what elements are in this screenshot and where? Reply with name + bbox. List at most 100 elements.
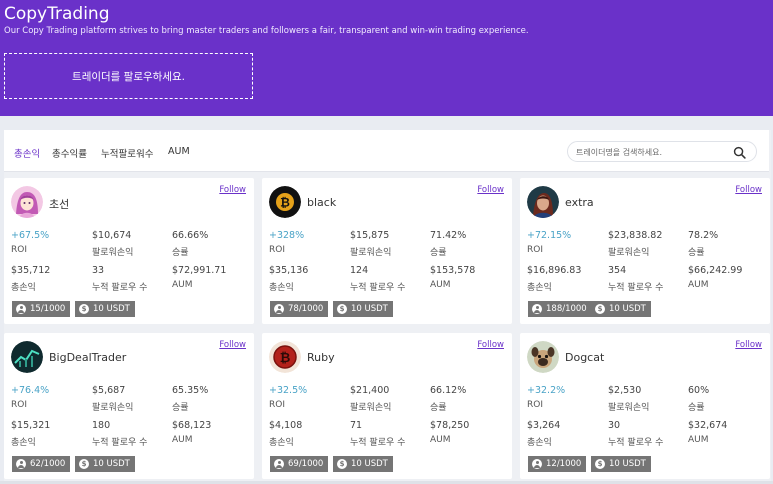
- follower-slots-badge: 78/1000: [270, 301, 329, 317]
- aum-label: AUM: [172, 280, 193, 290]
- win-rate-label: 승률: [430, 403, 447, 413]
- win-rate-label: 승률: [172, 248, 189, 258]
- roi-label: ROI: [11, 245, 27, 255]
- aum-label: AUM: [688, 280, 709, 290]
- tab-total-return[interactable]: 총수익률: [52, 146, 87, 160]
- tab-total-pnl[interactable]: 총손익: [14, 146, 40, 160]
- min-amount-badge: 10 USDT: [333, 456, 393, 472]
- trader-avatar[interactable]: [11, 186, 43, 218]
- follower-pnl-label: 팔로워손익: [608, 248, 650, 258]
- cum-followers-label: 누적 팔로우 수: [608, 283, 664, 293]
- win-rate-label: 승률: [430, 248, 447, 258]
- follower-pnl-label: 팔로워손익: [350, 403, 392, 413]
- roi-label: ROI: [527, 400, 543, 410]
- cum-followers-label: 누적 팔로우 수: [92, 283, 148, 293]
- hero-subtitle: Our Copy Trading platform strives to bri…: [4, 26, 529, 36]
- min-amount-value: 10 USDT: [609, 459, 646, 469]
- follow-link[interactable]: Follow: [477, 185, 504, 195]
- trader-name[interactable]: black: [307, 196, 336, 209]
- win-rate-value: 65.35%: [172, 385, 209, 396]
- follower-pnl-label: 팔로워손익: [608, 403, 650, 413]
- coin-icon: [79, 459, 89, 469]
- follow-traders-button[interactable]: 트레이더를 팔로우하세요.: [4, 53, 253, 99]
- user-icon: [274, 459, 284, 469]
- user-icon: [16, 304, 26, 314]
- follower-pnl-label: 팔로워손익: [92, 403, 134, 413]
- cum-followers-value: 33: [92, 265, 105, 276]
- cum-followers-label: 누적 팔로우 수: [350, 438, 406, 448]
- win-rate-label: 승률: [688, 248, 705, 258]
- min-amount-badge: 10 USDT: [591, 301, 651, 317]
- roi-value: +76.4%: [11, 385, 50, 396]
- coin-icon: [337, 304, 347, 314]
- roi-label: ROI: [269, 400, 285, 410]
- user-icon: [274, 304, 284, 314]
- trader-card: BigDealTrader Follow +76.4% $5,687 65.35% ROI…: [4, 333, 254, 479]
- cum-followers-value: 354: [608, 265, 627, 276]
- follow-link[interactable]: Follow: [477, 340, 504, 350]
- min-amount-badge: 10 USDT: [591, 456, 651, 472]
- total-pnl-label: 총손익: [11, 283, 36, 293]
- total-pnl-value: $3,264: [527, 420, 561, 431]
- cum-followers-label: 누적 팔로우 수: [608, 438, 664, 448]
- aum-label: AUM: [430, 280, 451, 290]
- min-amount-value: 10 USDT: [93, 459, 130, 469]
- min-amount-value: 10 USDT: [351, 459, 388, 469]
- coin-icon: [337, 459, 347, 469]
- roi-value: +72.15%: [527, 230, 572, 241]
- cum-followers-value: 124: [350, 265, 369, 276]
- follower-pnl-label: 팔로워손익: [350, 248, 392, 258]
- trader-name[interactable]: Ruby: [307, 351, 335, 364]
- roi-value: +32.2%: [527, 385, 566, 396]
- total-pnl-label: 총손익: [527, 283, 552, 293]
- follow-link[interactable]: Follow: [219, 340, 246, 350]
- coin-icon: [595, 304, 605, 314]
- win-rate-label: 승률: [688, 403, 705, 413]
- follower-slots-badge: 12/1000: [528, 456, 587, 472]
- follow-link[interactable]: Follow: [219, 185, 246, 195]
- roi-label: ROI: [269, 245, 285, 255]
- trader-card: Dogcat Follow +32.2% $2,530 60% ROI 팔로워손익 승률 $3,…: [520, 333, 770, 479]
- min-amount-badge: 10 USDT: [75, 456, 135, 472]
- win-rate-label: 승률: [172, 403, 189, 413]
- min-amount-value: 10 USDT: [609, 304, 646, 314]
- follower-slots-badge: 15/1000: [12, 301, 71, 317]
- aum-value: $32,674: [688, 420, 728, 431]
- aum-label: AUM: [688, 435, 709, 445]
- trader-avatar[interactable]: [527, 341, 559, 373]
- aum-label: AUM: [172, 435, 193, 445]
- slots-value: 188/1000: [546, 304, 587, 314]
- user-icon: [532, 459, 542, 469]
- roi-label: ROI: [527, 245, 543, 255]
- trader-name[interactable]: Dogcat: [565, 351, 604, 364]
- min-amount-badge: 10 USDT: [75, 301, 135, 317]
- trader-avatar[interactable]: ₿: [269, 341, 301, 373]
- trader-name[interactable]: extra: [565, 196, 594, 209]
- search-input[interactable]: [576, 145, 726, 159]
- search-icon[interactable]: [733, 146, 746, 159]
- tab-cumulative-followers[interactable]: 누적팔로워수: [101, 146, 153, 160]
- follower-slots-badge: 188/1000: [528, 301, 592, 317]
- tab-aum[interactable]: AUM: [168, 146, 190, 157]
- trader-avatar[interactable]: [527, 186, 559, 218]
- follower-slots-badge: 62/1000: [12, 456, 71, 472]
- slots-value: 69/1000: [288, 459, 324, 469]
- min-amount-value: 10 USDT: [351, 304, 388, 314]
- roi-value: +32.5%: [269, 385, 308, 396]
- trader-name[interactable]: 초선: [49, 196, 69, 212]
- follow-link[interactable]: Follow: [735, 185, 762, 195]
- follow-link[interactable]: Follow: [735, 340, 762, 350]
- trader-search: [567, 141, 757, 162]
- trader-name[interactable]: BigDealTrader: [49, 351, 126, 364]
- aum-value: $66,242.99: [688, 265, 743, 276]
- follower-pnl-value: $2,530: [608, 385, 642, 396]
- total-pnl-value: $35,136: [269, 265, 309, 276]
- svg-text:₿: ₿: [280, 196, 290, 210]
- aum-value: $68,123: [172, 420, 212, 431]
- trader-avatar[interactable]: ₿: [269, 186, 301, 218]
- total-pnl-label: 총손익: [527, 438, 552, 448]
- roi-value: +328%: [269, 230, 305, 241]
- trader-avatar[interactable]: [11, 341, 43, 373]
- svg-text:₿: ₿: [280, 351, 291, 366]
- win-rate-value: 71.42%: [430, 230, 467, 241]
